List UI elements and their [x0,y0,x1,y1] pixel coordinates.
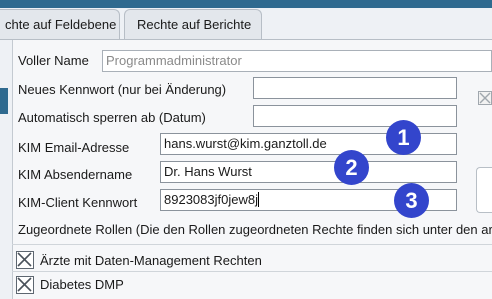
kim-email-label: KIM Email-Adresse [18,140,130,155]
roles-heading: Zugeordnete Rollen (Die den Rollen zugeo… [18,222,492,237]
checkbox-cross-icon [17,252,32,267]
role-label-aerzte: Ärzte mit Daten-Management Rechten [40,253,262,268]
annotation-badge-3: 3 [394,183,429,218]
role-checkbox-aerzte[interactable] [16,251,34,269]
side-action-button[interactable] [476,167,492,213]
voller-name-label: Voller Name [18,53,89,68]
kim-absendername-label: KIM Absendername [18,167,133,182]
role-checkbox-diabetes-dmp[interactable] [16,276,34,294]
neues-kennwort-label: Neues Kennwort (nur bei Änderung) [18,82,227,97]
automatisch-sperren-field[interactable] [253,105,457,127]
roles-list-divider [12,244,492,245]
voller-name-field[interactable]: Programmadministrator [102,50,492,72]
annotation-badge-1: 1 [386,120,421,155]
kim-absendername-field[interactable]: Dr. Hans Wurst [160,161,457,183]
text-caret [257,192,259,207]
automatisch-sperren-label: Automatisch sperren ab (Datum) [18,110,206,125]
kim-client-kennwort-label: KIM-Client Kennwort [18,195,138,210]
tab-rechte-auf-berichte[interactable]: Rechte auf Berichte [124,9,262,39]
roles-list-divider [12,271,492,272]
window-top-strip [0,0,492,8]
kim-client-kennwort-value: 8923083jf0jew8j [164,192,258,207]
checkbox-cross-icon [17,277,32,292]
role-label-diabetes-dmp: Diabetes DMP [40,277,124,292]
tab-rechte-auf-feldebene[interactable]: chte auf Feldebene [0,9,120,39]
side-checkbox[interactable] [478,91,492,105]
check-cross-icon [479,92,491,104]
left-splitter-accent [0,88,8,114]
neues-kennwort-field[interactable] [253,77,457,99]
annotation-badge-2: 2 [334,150,369,185]
